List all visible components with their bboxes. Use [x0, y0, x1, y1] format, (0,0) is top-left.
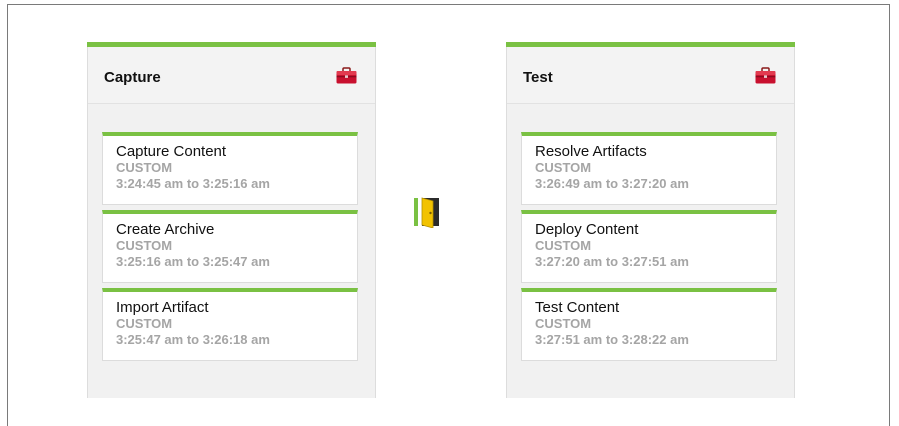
- task-name: Test Content: [535, 299, 620, 316]
- stage-capture: Capture Capture Content CUSTOM 3:24:45 a…: [87, 42, 376, 398]
- task-type: CUSTOM: [116, 238, 173, 253]
- toolbox-icon[interactable]: [755, 67, 776, 84]
- task-type: CUSTOM: [535, 238, 592, 253]
- task-card-deploy-content[interactable]: Deploy Content CUSTOM 3:27:20 am to 3:27…: [521, 210, 777, 283]
- task-time: 3:24:45 am to 3:25:16 am: [116, 176, 270, 191]
- toolbox-icon[interactable]: [336, 67, 357, 84]
- task-time: 3:27:20 am to 3:27:51 am: [535, 254, 689, 269]
- task-name: Resolve Artifacts: [535, 143, 647, 160]
- task-card-create-archive[interactable]: Create Archive CUSTOM 3:25:16 am to 3:25…: [102, 210, 358, 283]
- stage-title: Capture: [104, 69, 161, 86]
- task-card-capture-content[interactable]: Capture Content CUSTOM 3:24:45 am to 3:2…: [102, 132, 358, 205]
- task-name: Capture Content: [116, 143, 227, 160]
- task-name: Deploy Content: [535, 221, 639, 238]
- task-card-test-content[interactable]: Test Content CUSTOM 3:27:51 am to 3:28:2…: [521, 288, 777, 361]
- task-type: CUSTOM: [535, 160, 592, 175]
- task-name: Create Archive: [116, 221, 215, 238]
- task-list: Capture Content CUSTOM 3:24:45 am to 3:2…: [102, 132, 358, 366]
- task-type: CUSTOM: [116, 160, 173, 175]
- task-card-import-artifact[interactable]: Import Artifact CUSTOM 3:25:47 am to 3:2…: [102, 288, 358, 361]
- task-time: 3:27:51 am to 3:28:22 am: [535, 332, 689, 347]
- task-time: 3:25:47 am to 3:26:18 am: [116, 332, 270, 347]
- stage-test: Test Resolve Artifacts CUSTOM 3:26:49 am…: [506, 42, 795, 398]
- task-time: 3:26:49 am to 3:27:20 am: [535, 176, 689, 191]
- task-type: CUSTOM: [535, 316, 592, 331]
- stage-title: Test: [523, 69, 553, 86]
- task-list: Resolve Artifacts CUSTOM 3:26:49 am to 3…: [521, 132, 777, 366]
- task-type: CUSTOM: [116, 316, 173, 331]
- task-card-resolve-artifacts[interactable]: Resolve Artifacts CUSTOM 3:26:49 am to 3…: [521, 132, 777, 205]
- task-name: Import Artifact: [116, 299, 209, 316]
- task-time: 3:25:16 am to 3:25:47 am: [116, 254, 270, 269]
- door-icon[interactable]: [413, 196, 441, 228]
- stage-header: Test: [507, 47, 794, 104]
- stage-header: Capture: [88, 47, 375, 104]
